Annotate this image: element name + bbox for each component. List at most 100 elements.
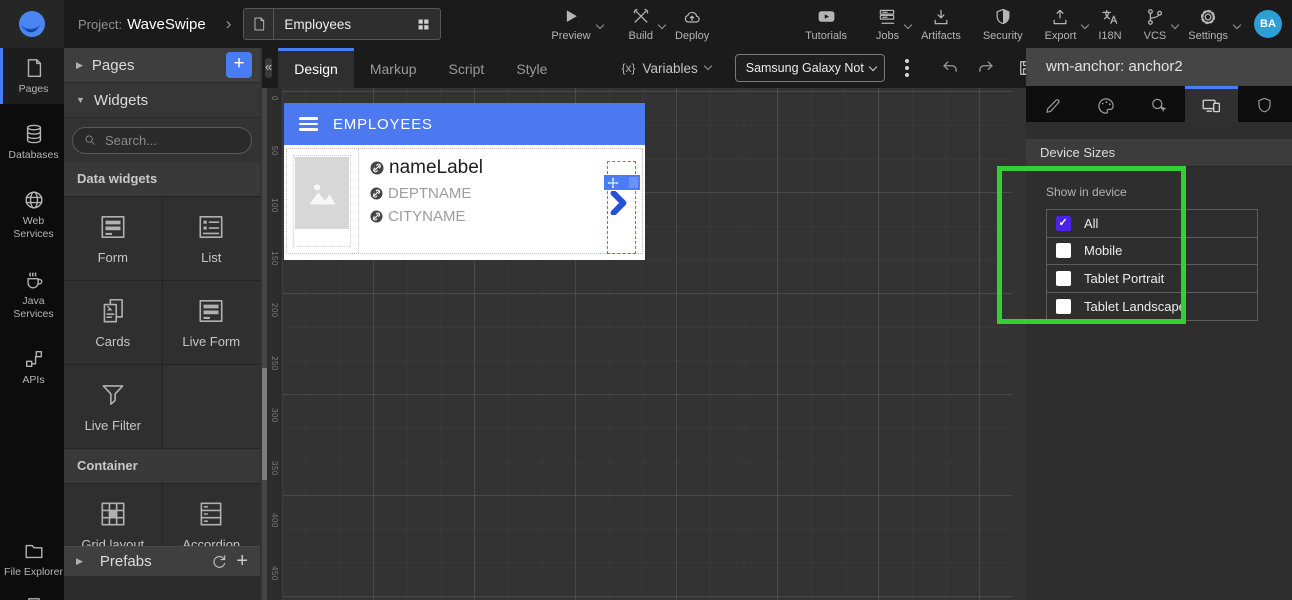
refresh-icon[interactable] — [210, 553, 228, 571]
device-select[interactable]: Samsung Galaxy Note III — [735, 54, 885, 82]
settings-button[interactable]: Settings — [1188, 7, 1228, 42]
variables-x-icon: {x} — [621, 61, 635, 75]
sidebar-item-apis[interactable]: APIs — [0, 339, 64, 395]
build-tools-icon — [631, 7, 651, 27]
jobs-button[interactable]: Jobs — [876, 7, 899, 42]
bind-link-icon — [370, 161, 384, 175]
chevron-down-icon — [1171, 20, 1179, 28]
palette-bottom-strip — [64, 576, 260, 600]
widget-tile-live-filter[interactable]: Live Filter — [64, 365, 162, 448]
sidebar-item-file-explorer[interactable]: File Explorer — [0, 531, 64, 587]
sidebar-item-web-services[interactable]: Web Services — [0, 180, 64, 249]
anchor-chevron-icon[interactable] — [610, 191, 628, 215]
top-bar: Project:WaveSwipe › Employees Preview Bu… — [0, 0, 1292, 48]
city-label-widget[interactable]: CITYNAME — [370, 208, 642, 225]
export-button[interactable]: Export — [1045, 7, 1077, 42]
widget-tile-live-form[interactable]: Live Form — [163, 281, 261, 364]
tab-security[interactable] — [1238, 86, 1291, 122]
name-label-widget[interactable]: nameLabel — [370, 157, 642, 179]
tab-script[interactable]: Script — [433, 48, 501, 88]
chevron-down-icon — [1081, 20, 1089, 28]
pages-section-header[interactable]: ▶ Pages + — [64, 48, 260, 83]
dept-label-widget[interactable]: DEPTNAME — [370, 185, 642, 202]
more-options-kebab-icon[interactable] — [905, 59, 909, 77]
add-page-button[interactable]: + — [226, 52, 252, 78]
tab-properties[interactable] — [1026, 86, 1079, 122]
page-content: nameLabel DEPTNAME CITYNAME — [284, 145, 645, 260]
widgets-section-header[interactable]: ▼ Widgets — [64, 83, 260, 118]
live-form-widget-icon — [196, 296, 226, 326]
widget-tile-accordion[interactable]: Accordion — [163, 484, 261, 546]
checkbox-mobile[interactable] — [1056, 243, 1071, 258]
variables-button[interactable]: {x} Variables — [621, 61, 710, 76]
move-arrows-icon — [607, 177, 619, 189]
hamburger-menu-icon[interactable] — [299, 117, 318, 131]
page-selector[interactable]: Employees — [243, 8, 441, 40]
globe-icon — [23, 189, 45, 211]
security-button[interactable]: Security — [983, 7, 1023, 42]
tutorials-button[interactable]: Tutorials — [805, 6, 847, 42]
tab-markup[interactable]: Markup — [354, 48, 433, 88]
bind-link-icon — [370, 187, 383, 200]
chevron-down-icon — [1233, 20, 1241, 28]
text-cell: nameLabel DEPTNAME CITYNAME — [358, 149, 642, 253]
download-icon — [931, 7, 951, 27]
checkbox-tablet-portrait[interactable] — [1056, 271, 1071, 286]
data-widgets-section-title: Data widgets — [64, 162, 260, 196]
widget-tile-cards[interactable]: Cards — [64, 281, 162, 364]
pages-grid-icon[interactable] — [415, 16, 432, 33]
widget-move-handle[interactable] — [604, 175, 640, 190]
sidebar-item-databases[interactable]: Databases — [0, 114, 64, 170]
list-item-widget[interactable]: nameLabel DEPTNAME CITYNAME — [286, 148, 643, 254]
expanded-triangle-icon: ▼ — [76, 95, 85, 105]
bind-link-icon — [370, 210, 383, 223]
widget-tile-grid-layout[interactable]: Grid layout — [64, 484, 162, 546]
image-placeholder — [295, 157, 349, 229]
tab-devices[interactable] — [1185, 86, 1238, 122]
add-prefab-button[interactable]: + — [236, 550, 248, 573]
prefabs-section-header[interactable]: ▶ Prefabs + — [64, 546, 260, 576]
undo-button[interactable] — [939, 57, 961, 79]
collapse-panel-button[interactable]: « — [265, 58, 272, 78]
option-row-mobile[interactable]: Mobile — [1047, 238, 1257, 266]
coffee-cup-icon — [23, 269, 45, 291]
device-sizes-section-header: Device Sizes — [1026, 139, 1292, 167]
checkbox-all[interactable] — [1056, 216, 1071, 231]
widget-tile-form[interactable]: Form — [64, 197, 162, 280]
database-icon — [23, 123, 45, 145]
design-canvas[interactable]: 0 50 100 150 200 250 300 350 400 450 EMP… — [262, 88, 1012, 600]
form-widget-icon — [98, 212, 128, 242]
widget-search-input[interactable]: Search... — [72, 127, 252, 154]
option-row-tablet-portrait[interactable]: Tablet Portrait — [1047, 265, 1257, 293]
artifacts-button[interactable]: Artifacts — [921, 7, 961, 42]
build-button[interactable]: Build — [629, 7, 653, 42]
image-cell[interactable] — [293, 155, 351, 247]
deploy-button[interactable]: Deploy — [675, 7, 709, 42]
tab-styles[interactable] — [1079, 86, 1132, 122]
mobile-page-header[interactable]: EMPLOYEES — [284, 103, 645, 145]
sidebar-item-java-services[interactable]: Java Services — [0, 260, 64, 329]
user-avatar[interactable]: BA — [1254, 10, 1282, 38]
sidebar-item-document[interactable] — [0, 587, 64, 600]
vcs-button[interactable]: VCS — [1144, 7, 1167, 42]
option-row-tablet-landscape[interactable]: Tablet Landscape — [1047, 293, 1257, 321]
i18n-button[interactable]: I18N — [1098, 7, 1121, 42]
option-row-all[interactable]: All — [1047, 210, 1257, 238]
tab-design[interactable]: Design — [278, 48, 354, 88]
tab-events[interactable] — [1132, 86, 1185, 122]
redo-button[interactable] — [975, 57, 997, 79]
jobs-server-icon — [877, 7, 897, 27]
editor-area: « Design Markup Script Style {x} Variabl… — [262, 48, 1026, 600]
selected-anchor-widget[interactable] — [607, 161, 636, 254]
picture-icon — [305, 176, 339, 210]
preview-button[interactable]: Preview — [551, 7, 590, 42]
current-page-name: Employees — [284, 17, 415, 32]
wavemaker-logo[interactable] — [0, 0, 64, 48]
tab-style[interactable]: Style — [500, 48, 563, 88]
handle-extension — [629, 177, 638, 188]
sidebar-item-pages[interactable]: Pages — [0, 48, 64, 104]
collapsed-triangle-icon: ▶ — [76, 60, 83, 71]
gear-icon — [1198, 7, 1218, 27]
checkbox-tablet-landscape[interactable] — [1056, 299, 1071, 314]
widget-tile-list[interactable]: List — [163, 197, 261, 280]
